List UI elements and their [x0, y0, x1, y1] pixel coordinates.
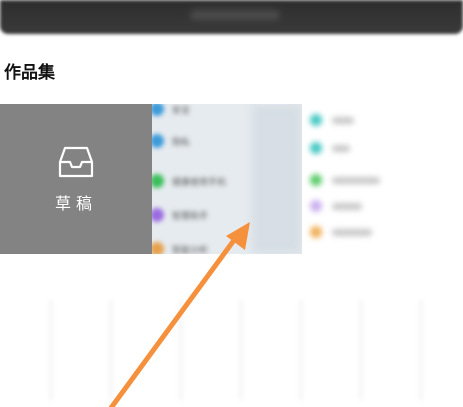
- section-title: 作品集: [4, 63, 55, 83]
- thumbnail-item: 健康使用手机: [152, 172, 226, 190]
- thumbnail-item: 隐私: [152, 132, 190, 150]
- inbox-tray-icon: [58, 146, 94, 178]
- work-thumbnail[interactable]: 安全 隐私 健康使用手机 智慧助手 智能分析: [152, 104, 302, 254]
- draft-label: 草稿: [54, 194, 97, 213]
- thumbnail-item: 智能分析: [152, 240, 208, 254]
- thumbnail-item: 安全: [152, 104, 190, 118]
- faint-lines: [40, 300, 460, 400]
- draft-card[interactable]: 草稿: [0, 104, 152, 254]
- thumbnail-item: 智慧助手: [152, 206, 208, 224]
- top-bar: [0, 0, 463, 34]
- blurred-list: [310, 108, 410, 248]
